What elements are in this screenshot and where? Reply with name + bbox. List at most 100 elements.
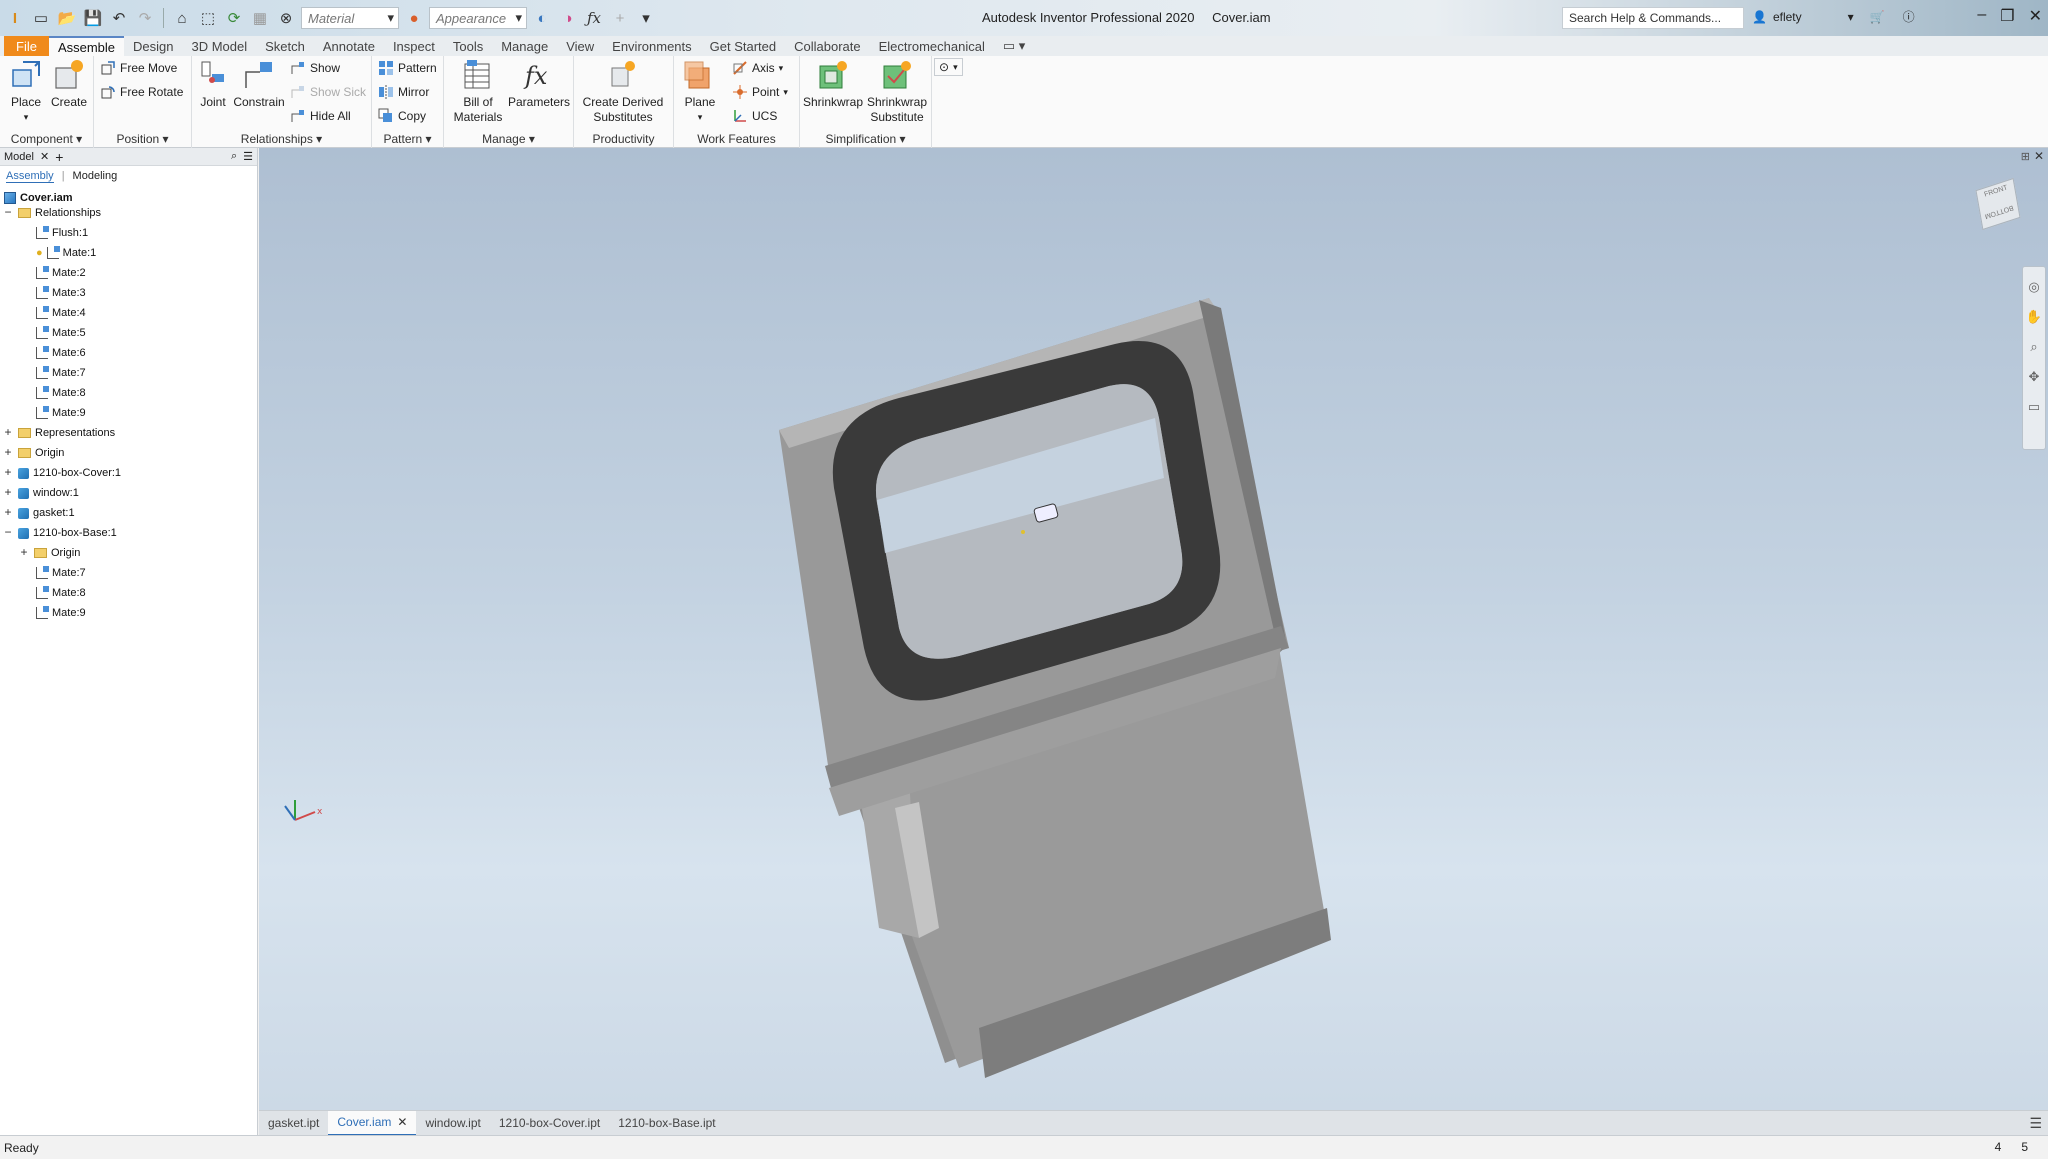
tab-design[interactable]: Design: [124, 36, 182, 56]
fx-icon[interactable]: ƒx: [583, 7, 605, 29]
home-icon[interactable]: ⌂: [171, 7, 193, 29]
tree-node-mate-2[interactable]: Mate:2: [36, 265, 86, 281]
new-icon[interactable]: ▭: [30, 7, 52, 29]
shrinkwrap-button[interactable]: Shrinkwrap: [802, 58, 864, 110]
doc-tab-window[interactable]: window.ipt: [416, 1111, 489, 1136]
tab-3d-model[interactable]: 3D Model: [183, 36, 257, 56]
plus-icon[interactable]: +: [609, 7, 631, 29]
constrain-button[interactable]: Constrain: [232, 58, 286, 110]
orbit-icon[interactable]: ✥: [2029, 369, 2040, 385]
shrinkwrap-substitute-button[interactable]: Shrinkwrap Substitute: [864, 58, 930, 125]
tab-environments[interactable]: Environments: [603, 36, 700, 56]
tab-electromechanical[interactable]: Electromechanical: [870, 36, 994, 56]
joint-button[interactable]: Joint: [196, 58, 230, 110]
panel-label-position[interactable]: Position ▾: [94, 132, 191, 146]
panel-label-simplification[interactable]: Simplification ▾: [800, 132, 931, 146]
tab-tools[interactable]: Tools: [444, 36, 492, 56]
expand-icon[interactable]: +: [3, 446, 13, 458]
clear-appearance-icon[interactable]: ◐: [531, 7, 553, 29]
copy-button[interactable]: Copy: [378, 108, 426, 124]
view-cube[interactable]: FRONT BOTTOM: [1974, 177, 2022, 231]
material-icon[interactable]: ⊗: [275, 7, 297, 29]
tree-node-mate-1[interactable]: ● Mate:1: [36, 245, 96, 261]
material-dropdown[interactable]: Material: [301, 7, 399, 29]
tree-node-base-mate-8[interactable]: Mate:8: [36, 585, 86, 601]
tree-node-mate-6[interactable]: Mate:6: [36, 345, 86, 361]
hide-all-button[interactable]: Hide All: [290, 108, 351, 124]
tree-node-mate-7[interactable]: Mate:7: [36, 365, 86, 381]
close-icon[interactable]: ✕: [2029, 6, 2042, 26]
plane-button[interactable]: Plane ▾: [680, 58, 720, 125]
tab-assemble[interactable]: Assemble: [48, 36, 125, 56]
pan-icon[interactable]: ✋: [2026, 309, 2042, 325]
pattern-button[interactable]: Pattern: [378, 60, 437, 76]
ucs-button[interactable]: UCS: [732, 108, 777, 124]
tab-collaborate[interactable]: Collaborate: [785, 36, 870, 56]
tree-node-mate-3[interactable]: Mate:3: [36, 285, 86, 301]
appearance-icon[interactable]: ●: [403, 7, 425, 29]
inventor-logo-icon[interactable]: I: [4, 7, 26, 29]
tree-node-mate-5[interactable]: Mate:5: [36, 325, 86, 341]
point-button[interactable]: Point ▾: [732, 84, 788, 100]
undo-icon[interactable]: ↶: [108, 7, 130, 29]
close-icon[interactable]: ✕: [2034, 149, 2044, 163]
panel-label-pattern[interactable]: Pattern ▾: [372, 132, 443, 146]
tree-node-mate-8[interactable]: Mate:8: [36, 385, 86, 401]
tab-annotate[interactable]: Annotate: [314, 36, 384, 56]
zoom-icon[interactable]: ⌕: [2030, 339, 2037, 355]
collapse-icon[interactable]: −: [3, 526, 13, 538]
search-input[interactable]: Search Help & Commands...: [1562, 7, 1744, 29]
free-move-button[interactable]: Free Move: [100, 60, 177, 76]
appearance-dropdown[interactable]: Appearance: [429, 7, 527, 29]
show-sick-button[interactable]: Show Sick: [290, 84, 366, 100]
restore-icon[interactable]: ❐: [2000, 6, 2014, 26]
doc-tab-gasket[interactable]: gasket.ipt: [259, 1111, 328, 1136]
look-at-icon[interactable]: ▭: [2028, 399, 2040, 415]
tree-node-flush-1[interactable]: Flush:1: [36, 225, 88, 241]
mirror-button[interactable]: Mirror: [378, 84, 429, 100]
doc-tab-box-cover[interactable]: 1210-box-Cover.ipt: [490, 1111, 609, 1136]
tab-view[interactable]: View: [557, 36, 603, 56]
doc-tab-box-base[interactable]: 1210-box-Base.ipt: [609, 1111, 724, 1136]
close-icon[interactable]: ✕: [397, 1115, 407, 1129]
tree-node-relationships[interactable]: Relationships: [18, 205, 101, 221]
menu-icon[interactable]: ☰: [2029, 1115, 2042, 1132]
collapse-icon[interactable]: −: [3, 206, 13, 218]
redo-icon[interactable]: ↷: [134, 7, 156, 29]
create-button[interactable]: Create: [48, 58, 90, 110]
maximize-icon[interactable]: ⊞: [2021, 150, 2030, 163]
add-tab-icon[interactable]: +: [55, 149, 63, 165]
tree-node-mate-4[interactable]: Mate:4: [36, 305, 86, 321]
tree-node-window[interactable]: window:1: [18, 485, 79, 501]
cart-icon[interactable]: 🛒: [1870, 10, 1885, 24]
free-rotate-button[interactable]: Free Rotate: [100, 84, 183, 100]
save-icon[interactable]: 💾: [82, 7, 104, 29]
tree-node-base-mate-7[interactable]: Mate:7: [36, 565, 86, 581]
model-canvas[interactable]: x: [259, 148, 2048, 1110]
steering-wheel-icon[interactable]: ◎: [2028, 279, 2039, 295]
axis-button[interactable]: Axis ▾: [732, 60, 783, 76]
tree-node-origin[interactable]: Origin: [18, 445, 64, 461]
tab-sketch[interactable]: Sketch: [256, 36, 314, 56]
tab-inspect[interactable]: Inspect: [384, 36, 444, 56]
tree-node-box-base[interactable]: 1210-box-Base:1: [18, 525, 117, 541]
show-button[interactable]: Show: [290, 60, 340, 76]
tab-manage[interactable]: Manage: [492, 36, 557, 56]
place-button[interactable]: Place ▾: [6, 58, 46, 125]
tree-node-gasket[interactable]: gasket:1: [18, 505, 75, 521]
subtab-assembly[interactable]: Assembly: [6, 170, 54, 183]
expand-icon[interactable]: +: [19, 546, 29, 558]
tree-node-base-origin[interactable]: Origin: [34, 545, 80, 561]
expand-icon[interactable]: +: [3, 486, 13, 498]
select-icon[interactable]: ⬚: [197, 7, 219, 29]
expand-icon[interactable]: +: [3, 506, 13, 518]
ribbon-options-icon[interactable]: ▭ ▾: [994, 36, 1034, 56]
open-icon[interactable]: 📂: [56, 7, 78, 29]
minimize-icon[interactable]: –: [1977, 6, 1986, 26]
parameters-button[interactable]: fx Parameters: [508, 58, 570, 110]
panel-label-manage[interactable]: Manage ▾: [444, 132, 573, 146]
update-icon[interactable]: ⟳: [223, 7, 245, 29]
search-icon[interactable]: ⌕: [231, 150, 237, 163]
tree-node-box-cover[interactable]: 1210-box-Cover:1: [18, 465, 121, 481]
adjust-icon[interactable]: ◑: [557, 7, 579, 29]
